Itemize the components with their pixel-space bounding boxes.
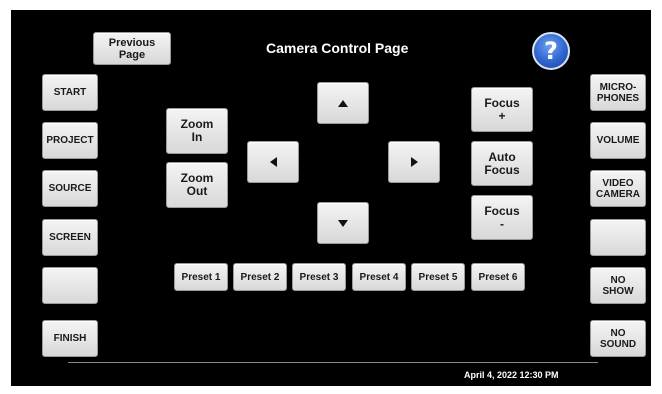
help-button[interactable]: ?: [532, 32, 570, 70]
blank-right-button[interactable]: [590, 219, 646, 256]
preset-2-button[interactable]: Preset 2: [233, 263, 287, 291]
pan-right-button[interactable]: [388, 141, 440, 183]
triangle-left-icon: [269, 157, 277, 167]
triangle-up-icon: [338, 99, 348, 107]
start-button[interactable]: START: [42, 74, 98, 111]
focus-plus-button[interactable]: Focus +: [471, 87, 533, 132]
microphones-button[interactable]: MICRO- PHONES: [590, 74, 646, 111]
zoom-in-button[interactable]: Zoom In: [166, 108, 228, 154]
finish-button[interactable]: FINISH: [42, 320, 98, 357]
zoom-out-button[interactable]: Zoom Out: [166, 162, 228, 208]
page-title: Camera Control Page: [266, 40, 409, 56]
pan-up-button[interactable]: [317, 82, 369, 124]
blank-left-button[interactable]: [42, 267, 98, 304]
project-button[interactable]: PROJECT: [42, 122, 98, 159]
preset-4-button[interactable]: Preset 4: [352, 263, 406, 291]
triangle-right-icon: [410, 157, 418, 167]
screen-button[interactable]: SCREEN: [42, 219, 98, 256]
preset-1-button[interactable]: Preset 1: [174, 263, 228, 291]
source-button[interactable]: SOURCE: [42, 170, 98, 207]
date-time: April 4, 2022 12:30 PM: [464, 370, 559, 380]
control-panel: Previous Page Camera Control Page ? STAR…: [11, 10, 651, 386]
auto-focus-button[interactable]: Auto Focus: [471, 141, 533, 186]
volume-button[interactable]: VOLUME: [590, 122, 646, 159]
pan-left-button[interactable]: [247, 141, 299, 183]
question-mark-icon: ?: [544, 37, 558, 65]
pan-down-button[interactable]: [317, 202, 369, 244]
no-show-button[interactable]: NO SHOW: [590, 267, 646, 304]
no-sound-button[interactable]: NO SOUND: [590, 320, 646, 357]
footer-divider: [68, 362, 598, 363]
focus-minus-button[interactable]: Focus -: [471, 195, 533, 240]
preset-3-button[interactable]: Preset 3: [292, 263, 346, 291]
previous-page-button[interactable]: Previous Page: [93, 32, 171, 65]
video-camera-button[interactable]: VIDEO CAMERA: [590, 170, 646, 207]
triangle-down-icon: [338, 219, 348, 227]
preset-6-button[interactable]: Preset 6: [471, 263, 525, 291]
preset-5-button[interactable]: Preset 5: [411, 263, 465, 291]
